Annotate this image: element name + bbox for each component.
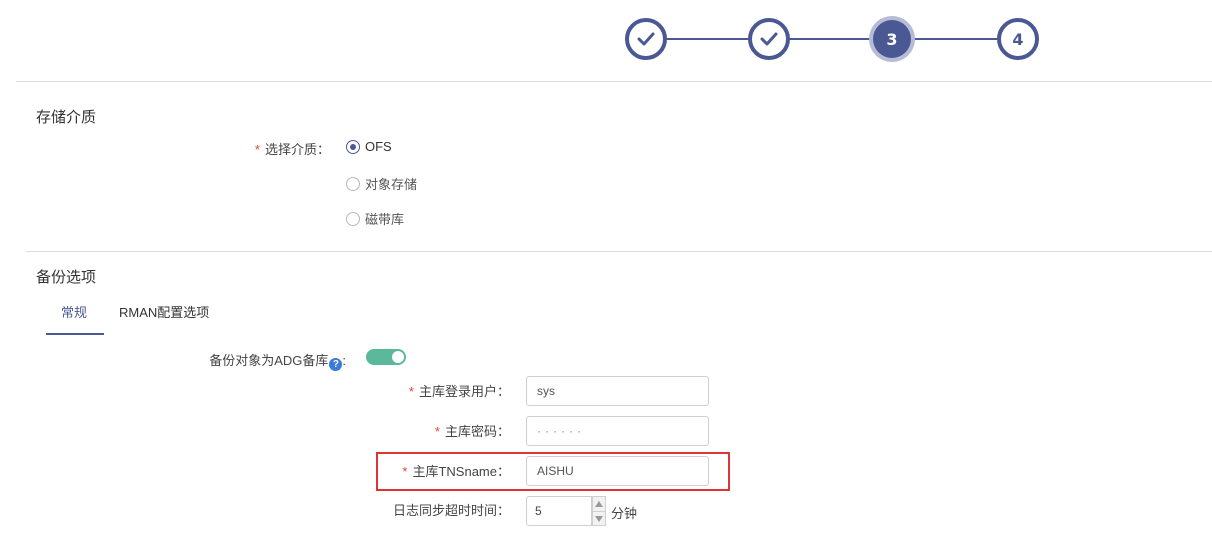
sync-timeout-input[interactable]: 5	[526, 496, 592, 526]
radio-button-checked[interactable]	[346, 139, 360, 154]
radio-label: 磁带库	[365, 212, 405, 227]
sync-timeout-label: 日志同步超时时间：	[392, 503, 510, 518]
primary-password-input[interactable]: ······	[526, 416, 709, 446]
primary-tns-label-text: 主库TNSname：	[412, 464, 510, 479]
header-divider	[16, 81, 1212, 82]
caret-down-icon	[595, 515, 603, 522]
step-number: 4	[1012, 29, 1024, 49]
step-2-completed	[748, 18, 790, 60]
increment-button[interactable]	[592, 496, 606, 511]
required-marker: *	[408, 384, 414, 399]
primary-password-label: * 主库密码：	[360, 421, 510, 440]
radio-button[interactable]	[346, 176, 360, 191]
required-marker: *	[434, 424, 440, 439]
primary-user-label-text: 主库登录用户：	[418, 384, 510, 399]
adg-toggle[interactable]	[366, 349, 406, 365]
medium-label: * 选择介质：	[200, 139, 330, 158]
sync-timeout-stepper[interactable]: 5	[526, 496, 606, 526]
toggle-knob	[392, 351, 404, 363]
progress-stepper: 3 4	[625, 18, 1040, 60]
step-number: 3	[886, 29, 898, 49]
adg-label: 备份对象为ADG备库?:	[150, 350, 346, 371]
primary-user-input[interactable]: sys	[526, 376, 709, 406]
step-connector	[911, 38, 1001, 40]
radio-label: OFS	[365, 139, 392, 154]
active-tab-indicator	[46, 333, 104, 335]
primary-password-label-text: 主库密码：	[444, 424, 510, 439]
radio-object-storage[interactable]: 对象存储	[346, 174, 417, 193]
help-icon[interactable]: ?	[329, 358, 343, 371]
radio-label: 对象存储	[365, 177, 418, 192]
check-icon	[760, 32, 778, 46]
step-connector	[788, 38, 875, 40]
medium-label-text: 选择介质：	[264, 142, 330, 157]
tab-general[interactable]: 常规	[61, 302, 87, 330]
sync-timeout-unit: 分钟	[611, 506, 638, 521]
primary-tns-input[interactable]: AISHU	[526, 456, 709, 486]
step-connector	[665, 38, 752, 40]
decrement-button[interactable]	[592, 511, 606, 526]
storage-section-title: 存储介质	[36, 109, 97, 126]
step-3-current: 3	[873, 20, 911, 58]
primary-user-label: * 主库登录用户：	[360, 381, 510, 400]
adg-label-colon: :	[342, 353, 346, 368]
required-marker: *	[254, 142, 260, 157]
backup-section-title: 备份选项	[36, 269, 97, 286]
radio-ofs[interactable]: OFS	[346, 139, 392, 154]
section-divider	[26, 251, 1212, 252]
adg-label-text: 备份对象为ADG备库	[209, 353, 329, 368]
primary-tns-label: * 主库TNSname：	[360, 461, 510, 480]
step-1-completed	[625, 18, 667, 60]
required-marker: *	[402, 464, 408, 479]
tab-rman-config[interactable]: RMAN配置选项	[119, 302, 209, 330]
radio-button[interactable]	[346, 211, 360, 226]
caret-up-icon	[595, 501, 603, 507]
check-icon	[637, 32, 655, 46]
radio-tape-library[interactable]: 磁带库	[346, 209, 404, 228]
step-4-pending: 4	[997, 18, 1039, 60]
